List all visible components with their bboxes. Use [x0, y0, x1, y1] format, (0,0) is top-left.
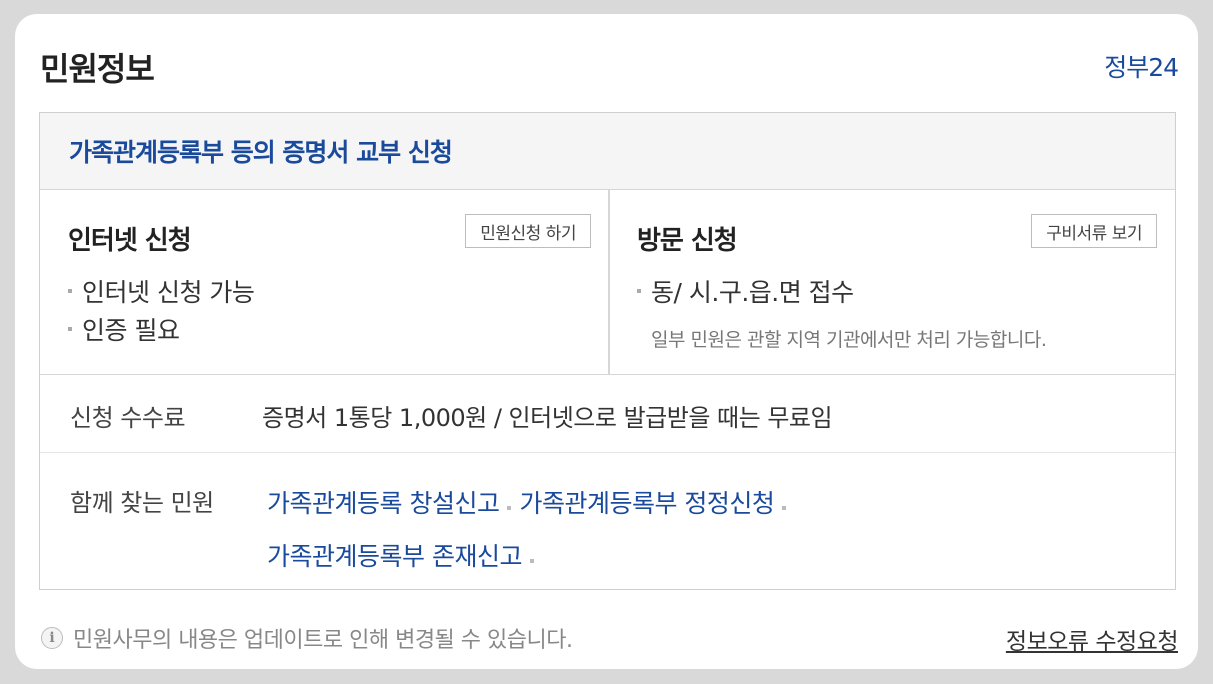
- list-item: 인증 필요: [68, 312, 254, 350]
- separator-dot: [529, 558, 534, 563]
- separator-dot: [782, 505, 787, 510]
- visit-apply-section: 방문 신청 구비서류 보기 동/ 시.구.읍.면 접수 일부 민원은 관할 지역…: [610, 190, 1175, 374]
- list-item: 동/ 시.구.읍.면 접수: [637, 274, 854, 312]
- internet-apply-title: 인터넷 신청: [68, 226, 192, 256]
- fee-label: 신청 수수료: [70, 404, 186, 432]
- service-header: 가족관계등록부 등의 증명서 교부 신청: [40, 113, 1175, 190]
- list-item: 인터넷 신청 가능: [68, 274, 255, 312]
- apply-methods: 인터넷 신청 민원신청 하기 인터넷 신청 가능 인증 필요 방문 신청 구비서…: [40, 190, 1175, 375]
- related-civil-row: 함께 찾는 민원 가족관계등록 창설신고 가족관계등록부 정정신청가족관계등록부 …: [40, 453, 1175, 589]
- page-title: 민원정보: [40, 50, 155, 88]
- footer-notice-text: 민원사무의 내용은 업데이트로 인해 변경될 수 있습니다.: [73, 628, 573, 653]
- fee-value: 증명서 1통당 1,000원 / 인터넷으로 발급받을 때는 무료임: [262, 404, 833, 432]
- related-links: 가족관계등록 창설신고 가족관계등록부 정정신청가족관계등록부 존재신고: [267, 479, 907, 585]
- service-box: 가족관계등록부 등의 증명서 교부 신청 인터넷 신청 민원신청 하기 인터넷 …: [39, 112, 1176, 590]
- visit-apply-title: 방문 신청: [637, 226, 738, 256]
- separator-dot: [507, 505, 512, 510]
- report-error-link[interactable]: 정보오류 수정요청: [1006, 622, 1179, 656]
- internet-apply-list: 인터넷 신청 가능 인증 필요: [68, 274, 255, 350]
- fee-row: 신청 수수료 증명서 1통당 1,000원 / 인터넷으로 발급받을 때는 무료…: [40, 374, 1175, 453]
- related-link[interactable]: 가족관계등록부 정정신청: [519, 489, 774, 518]
- visit-note: 일부 민원은 관할 지역 기관에서만 처리 가능합니다.: [651, 329, 1047, 351]
- footer-notice: i 민원사무의 내용은 업데이트로 인해 변경될 수 있습니다.: [41, 622, 573, 654]
- related-link[interactable]: 가족관계등록 창설신고: [267, 489, 500, 518]
- visit-apply-list: 동/ 시.구.읍.면 접수: [637, 274, 854, 312]
- related-label: 함께 찾는 민원: [70, 489, 214, 517]
- info-icon: i: [41, 627, 63, 649]
- civil-info-card: 민원정보 정부24 가족관계등록부 등의 증명서 교부 신청 인터넷 신청 민원…: [15, 14, 1198, 669]
- internet-apply-section: 인터넷 신청 민원신청 하기 인터넷 신청 가능 인증 필요: [40, 190, 610, 374]
- view-documents-button[interactable]: 구비서류 보기: [1031, 214, 1157, 248]
- service-title: 가족관계등록부 등의 증명서 교부 신청: [69, 138, 453, 167]
- apply-civil-button[interactable]: 민원신청 하기: [465, 214, 591, 248]
- gov24-link[interactable]: 정부24: [1104, 48, 1179, 84]
- related-link[interactable]: 가족관계등록부 존재신고: [267, 542, 522, 571]
